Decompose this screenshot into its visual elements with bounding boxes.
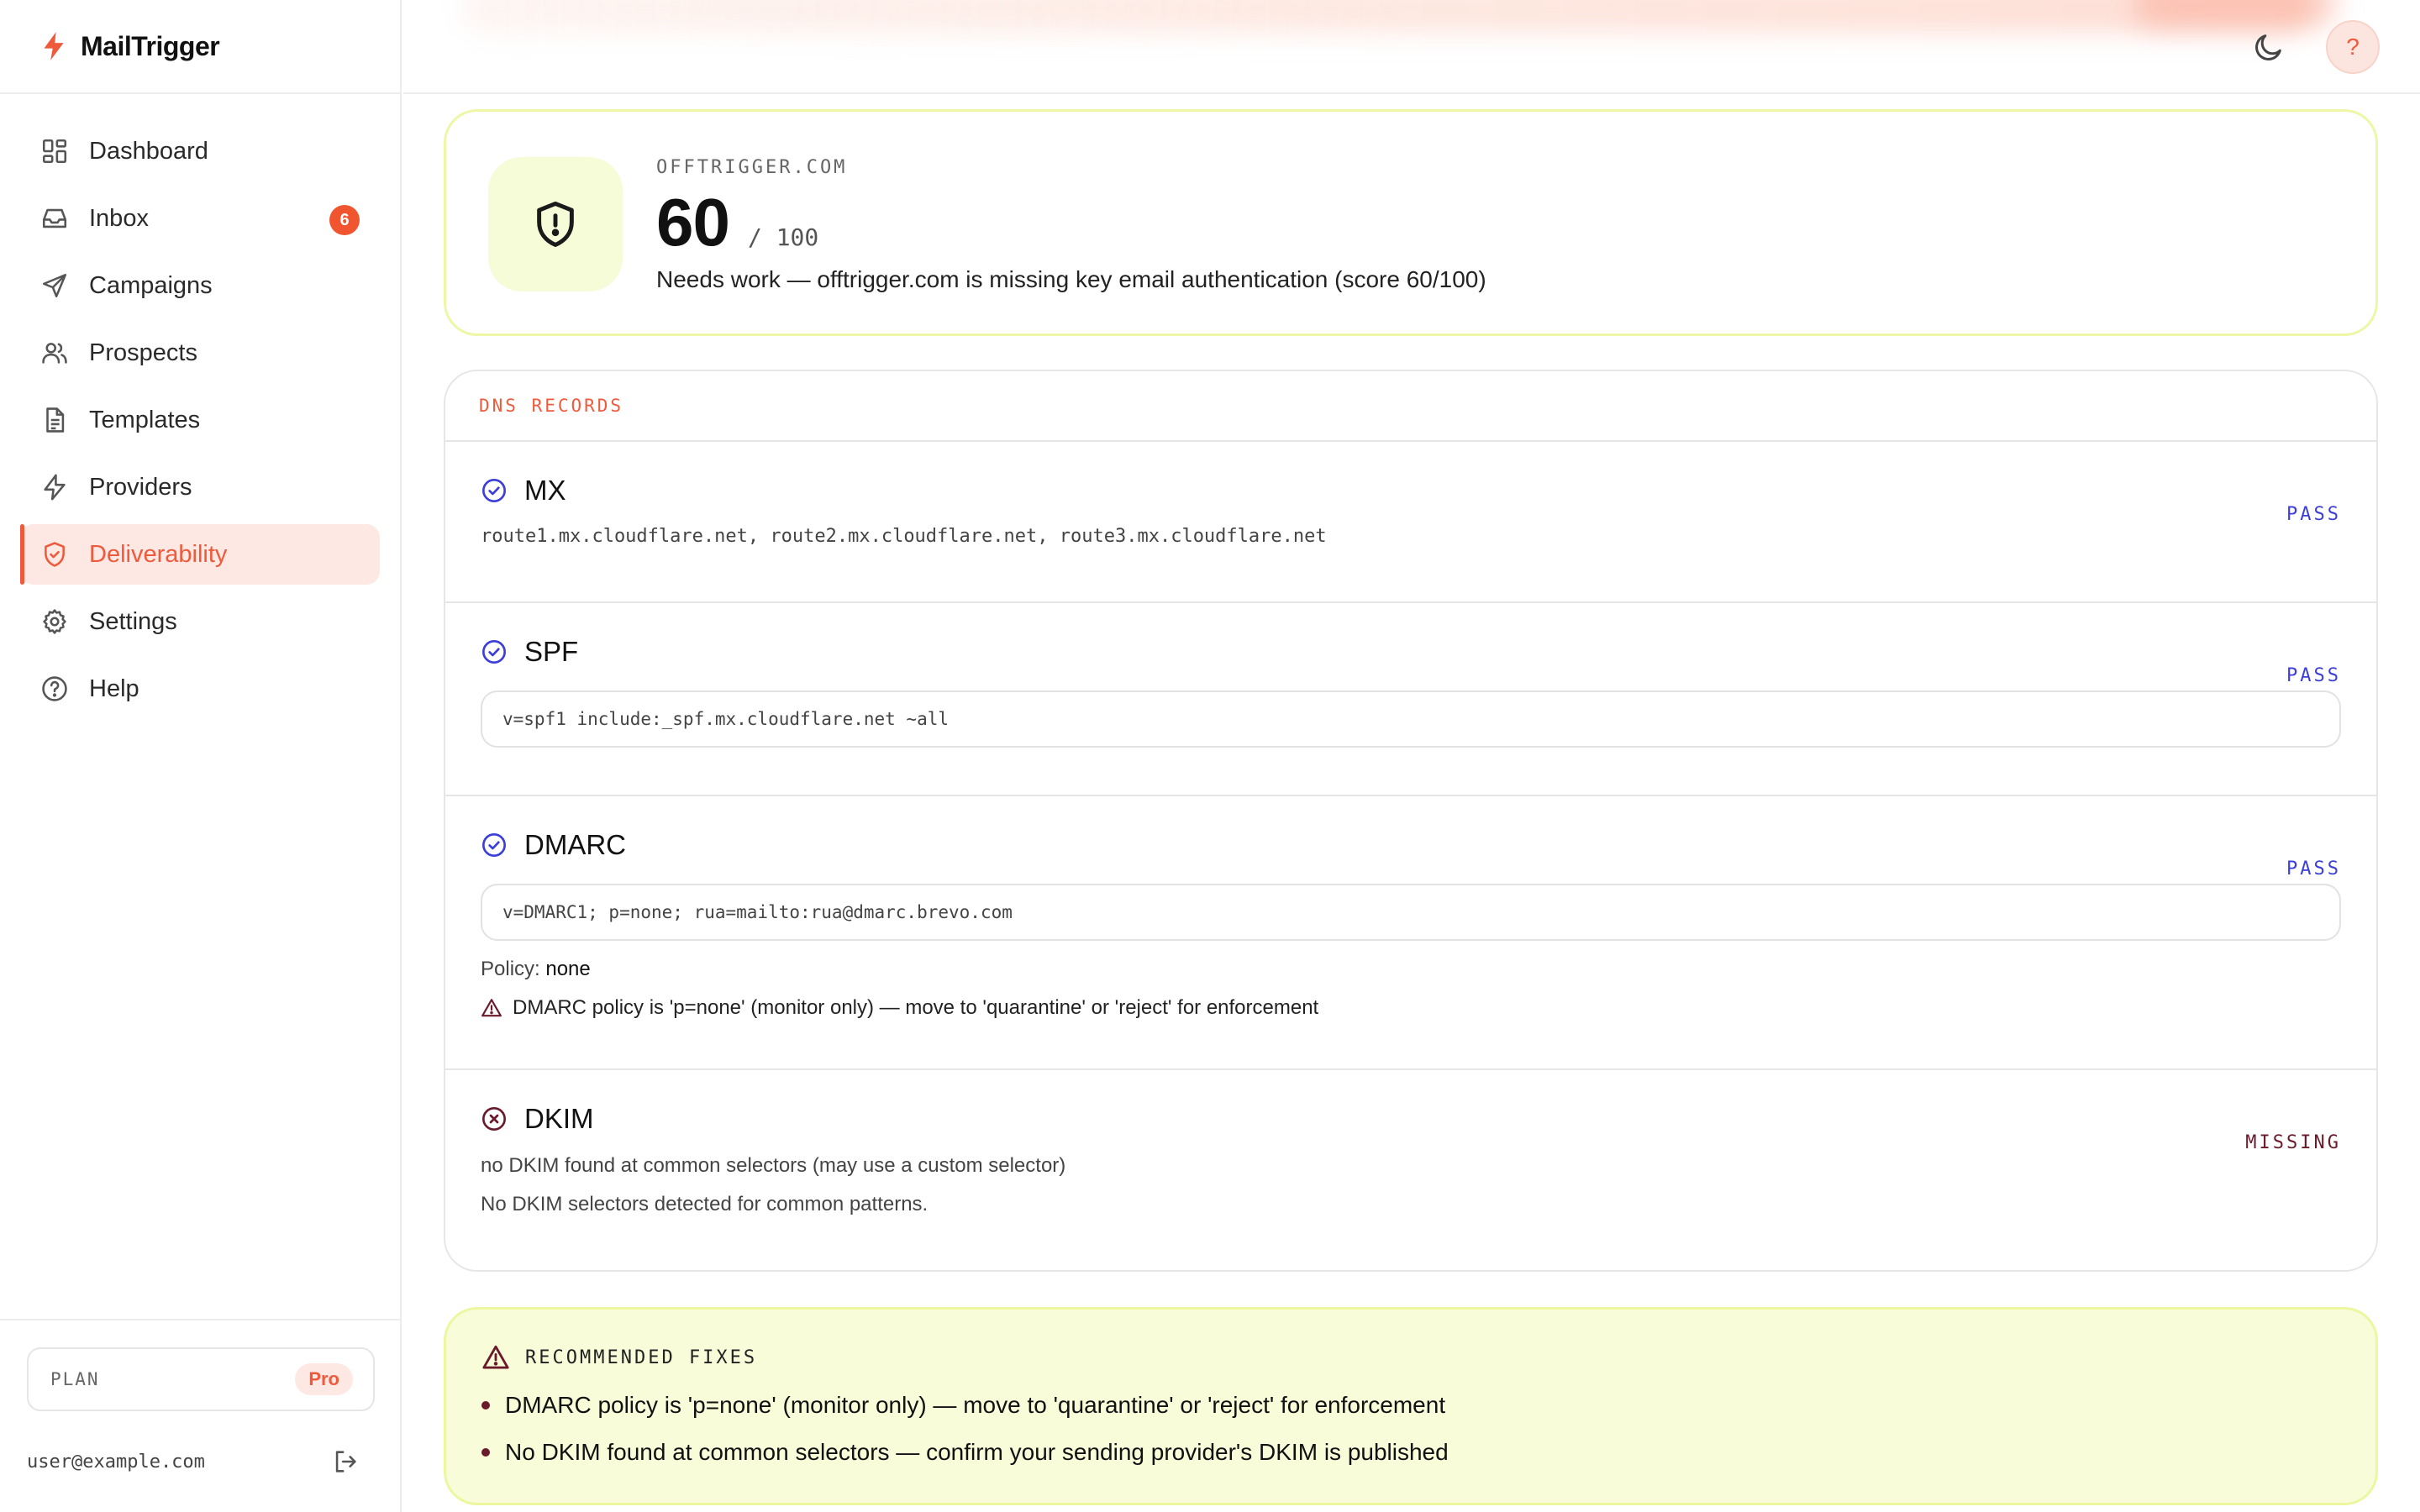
sidebar-item-label: Campaigns bbox=[89, 271, 213, 299]
record-name: SPF bbox=[524, 636, 579, 667]
sidebar-item-label: Prospects bbox=[89, 339, 197, 366]
score-value: 60 bbox=[656, 185, 730, 260]
dns-record-dmarc: DMARC PASS v=DMARC1; p=none; rua=mailto:… bbox=[445, 822, 2376, 1070]
fixes-title: RECOMMENDED FIXES bbox=[525, 1347, 758, 1368]
help-button[interactable]: ? bbox=[2326, 20, 2380, 74]
sidebar-item-label: Dashboard bbox=[89, 137, 208, 165]
send-icon bbox=[40, 271, 69, 300]
plan-box[interactable]: PLAN Pro bbox=[27, 1347, 375, 1411]
main-content: OFFTRIGGER.COM 60 / 100 Needs work — off… bbox=[444, 109, 2378, 1505]
sidebar-item-settings[interactable]: Settings bbox=[20, 591, 380, 652]
check-circle-icon bbox=[481, 832, 508, 858]
dns-records-header: DNS RECORDS bbox=[445, 371, 2376, 442]
sidebar-item-label: Inbox bbox=[89, 204, 149, 232]
sidebar-item-deliverability[interactable]: Deliverability bbox=[20, 524, 380, 585]
record-status: PASS bbox=[2286, 504, 2341, 525]
inbox-icon bbox=[40, 204, 69, 233]
dmarc-policy: Policy: none bbox=[481, 958, 2341, 981]
sidebar-item-templates[interactable]: Templates bbox=[20, 390, 380, 450]
sidebar-item-inbox[interactable]: Inbox 6 bbox=[20, 188, 380, 249]
sidebar-item-label: Providers bbox=[89, 473, 192, 501]
record-status: PASS bbox=[2286, 665, 2341, 686]
logout-icon[interactable] bbox=[331, 1447, 360, 1476]
policy-value: none bbox=[545, 958, 591, 980]
sidebar-item-label: Settings bbox=[89, 607, 177, 635]
users-icon bbox=[40, 339, 69, 367]
bolt-icon bbox=[40, 473, 69, 501]
dns-records-title: DNS RECORDS bbox=[479, 396, 624, 416]
inbox-count-badge: 6 bbox=[329, 205, 360, 235]
dns-records-card: DNS RECORDS MX PASS route1.mx.cloudflare… bbox=[444, 370, 2378, 1272]
brand[interactable]: MailTrigger bbox=[0, 0, 400, 94]
fix-text: DMARC policy is 'p=none' (monitor only) … bbox=[505, 1392, 1446, 1418]
sidebar-item-label: Help bbox=[89, 675, 139, 702]
record-name: DMARC bbox=[524, 829, 626, 860]
record-head: DKIM bbox=[481, 1095, 2341, 1142]
sidebar-item-label: Deliverability bbox=[89, 540, 228, 568]
dns-record-mx: MX PASS route1.mx.cloudflare.net, route2… bbox=[445, 467, 2376, 603]
sidebar-item-providers[interactable]: Providers bbox=[20, 457, 380, 517]
topbar: ? bbox=[403, 0, 2420, 94]
warning-text: DMARC policy is 'p=none' (monitor only) … bbox=[513, 996, 1319, 1019]
score-max: / 100 bbox=[747, 223, 819, 251]
score-shield-tile bbox=[488, 157, 623, 291]
record-head: DMARC bbox=[481, 822, 2341, 869]
dns-record-dkim: DKIM MISSING no DKIM found at common sel… bbox=[445, 1095, 2376, 1270]
sidebar-item-dashboard[interactable]: Dashboard bbox=[20, 121, 380, 181]
topbar-blurred-button bbox=[2134, 0, 2336, 27]
record-status: PASS bbox=[2286, 858, 2341, 879]
record-name: DKIM bbox=[524, 1103, 594, 1134]
record-value-field[interactable]: v=DMARC1; p=none; rua=mailto:rua@dmarc.b… bbox=[481, 884, 2341, 941]
shield-check-icon bbox=[40, 540, 69, 569]
warning-triangle-icon bbox=[481, 997, 502, 1019]
policy-label: Policy: bbox=[481, 958, 540, 980]
record-value-field[interactable]: v=spf1 include:_spf.mx.cloudflare.net ~a… bbox=[481, 690, 2341, 748]
user-row: user@example.com bbox=[27, 1445, 360, 1478]
fix-item: No DKIM found at common selectors — conf… bbox=[481, 1439, 2340, 1466]
warning-triangle-icon bbox=[481, 1343, 510, 1372]
sidebar: MailTrigger Dashboard Inbox 6 Campaigns bbox=[0, 0, 402, 1512]
record-head: MX bbox=[481, 467, 2341, 514]
plan-label: PLAN bbox=[50, 1369, 100, 1389]
dkim-note: No DKIM selectors detected for common pa… bbox=[481, 1193, 929, 1215]
bolt-logo-icon bbox=[40, 31, 67, 61]
dns-record-spf: SPF PASS v=spf1 include:_spf.mx.cloudfla… bbox=[445, 628, 2376, 796]
score-card: OFFTRIGGER.COM 60 / 100 Needs work — off… bbox=[444, 109, 2378, 336]
document-icon bbox=[40, 406, 69, 434]
bullet-icon bbox=[481, 1401, 490, 1410]
fix-text: No DKIM found at common selectors — conf… bbox=[505, 1439, 1449, 1465]
topbar-blurred-banner bbox=[462, 0, 2311, 34]
sidebar-item-prospects[interactable]: Prospects bbox=[20, 323, 380, 383]
help-circle-icon bbox=[40, 675, 69, 703]
record-status: MISSING bbox=[2245, 1132, 2341, 1153]
dashboard-icon bbox=[40, 137, 69, 165]
record-value: route1.mx.cloudflare.net, route2.mx.clou… bbox=[481, 526, 1327, 547]
check-circle-icon bbox=[481, 477, 508, 504]
sidebar-item-label: Templates bbox=[89, 406, 201, 433]
x-circle-icon bbox=[481, 1105, 508, 1132]
dmarc-warning: DMARC policy is 'p=none' (monitor only) … bbox=[481, 996, 2341, 1020]
fix-item: DMARC policy is 'p=none' (monitor only) … bbox=[481, 1392, 2340, 1419]
check-circle-icon bbox=[481, 638, 508, 665]
score-domain: OFFTRIGGER.COM bbox=[656, 157, 848, 178]
brand-name: MailTrigger bbox=[81, 30, 220, 61]
shield-alert-icon bbox=[529, 198, 581, 250]
sidebar-nav: Dashboard Inbox 6 Campaigns Prospects Te… bbox=[0, 94, 400, 719]
moon-icon[interactable] bbox=[2252, 30, 2286, 64]
score-description: Needs work — offtrigger.com is missing k… bbox=[656, 266, 1486, 292]
sidebar-item-campaigns[interactable]: Campaigns bbox=[20, 255, 380, 316]
score-row: 60 / 100 bbox=[656, 184, 818, 261]
sidebar-footer: PLAN Pro user@example.com bbox=[0, 1319, 400, 1512]
dkim-detail: no DKIM found at common selectors (may u… bbox=[481, 1154, 1066, 1177]
bullet-icon bbox=[481, 1448, 490, 1457]
sidebar-item-help[interactable]: Help bbox=[20, 659, 380, 719]
user-email: user@example.com bbox=[27, 1451, 205, 1473]
plan-badge: Pro bbox=[295, 1363, 353, 1395]
fixes-header: RECOMMENDED FIXES bbox=[481, 1343, 2340, 1372]
record-head: SPF bbox=[481, 628, 2341, 675]
record-name: MX bbox=[524, 475, 566, 506]
gear-icon bbox=[40, 607, 69, 636]
recommended-fixes-card: RECOMMENDED FIXES DMARC policy is 'p=non… bbox=[444, 1307, 2378, 1505]
